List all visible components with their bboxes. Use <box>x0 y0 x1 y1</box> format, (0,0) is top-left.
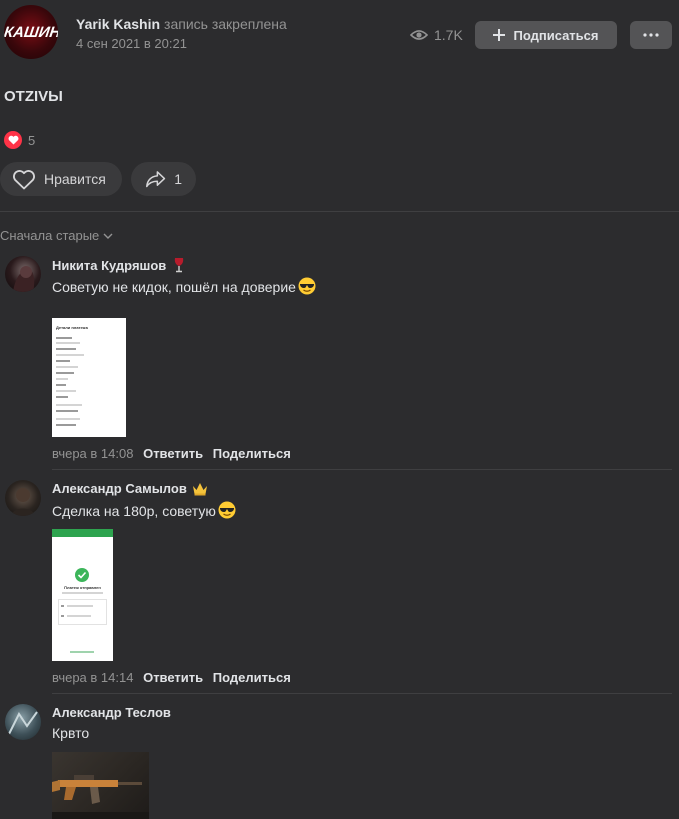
comment-author-name: Никита Кудряшов <box>52 258 167 273</box>
comment-time[interactable]: вчера в 14:14 <box>52 670 133 685</box>
more-dots-icon <box>643 33 659 37</box>
reactions-count: 5 <box>28 132 36 148</box>
rifle-image <box>52 775 149 819</box>
heart-outline-icon <box>13 169 35 189</box>
eye-icon <box>410 30 428 40</box>
post-author-name[interactable]: Yarik Kashin <box>76 16 160 32</box>
comment-author-name: Александр Самылов <box>52 481 187 496</box>
share-button[interactable]: 1 <box>131 162 196 196</box>
views-counter: 1.7K <box>410 27 463 43</box>
comment-author[interactable]: Никита Кудряшов <box>52 257 186 273</box>
share-comment-button[interactable]: Поделиться <box>213 446 291 461</box>
subscribe-button[interactable]: Подписаться <box>475 21 617 49</box>
comment-text: Советую не кидок, пошёл на доверие <box>52 277 316 295</box>
attachment-image[interactable] <box>52 752 149 819</box>
comment-text-content: Крвто <box>52 725 90 741</box>
divider <box>52 469 672 470</box>
commenter-avatar[interactable] <box>5 704 41 740</box>
post-text: OTZIVЫ <box>4 88 63 105</box>
check-circle-icon <box>75 568 89 582</box>
like-button[interactable]: Нравится <box>0 162 122 196</box>
crown-icon <box>193 483 208 496</box>
post-date[interactable]: 4 сен 2021 в 20:21 <box>76 36 187 51</box>
comment-meta: вчера в 14:14 Ответить Поделиться <box>52 670 291 685</box>
heart-reaction-icon <box>4 131 22 149</box>
commenter-avatar[interactable] <box>5 256 41 292</box>
sort-dropdown[interactable]: Сначала старые <box>0 228 113 243</box>
attachment-image[interactable]: Платеж отправлен <box>52 529 113 661</box>
author-avatar[interactable]: КАШИН <box>4 5 58 59</box>
share-arrow-icon <box>146 171 166 188</box>
share-count: 1 <box>174 171 182 187</box>
comment-text-content: Сделка на 180р, советую <box>52 503 216 519</box>
comment-text-content: Советую не кидок, пошёл на доверие <box>52 279 296 295</box>
chevron-down-icon <box>103 233 113 239</box>
like-label: Нравится <box>44 171 106 187</box>
comment-text: Крвто <box>52 725 89 741</box>
comment-time[interactable]: вчера в 14:08 <box>52 446 133 461</box>
wine-glass-icon <box>174 258 184 273</box>
attachment-title: Платеж отправлен <box>64 585 101 590</box>
attachment-title: Детали платежа <box>56 325 88 330</box>
attachment-header-bar <box>52 529 113 537</box>
plus-icon <box>493 29 506 41</box>
sunglasses-emoji-icon <box>298 277 316 295</box>
comment-author[interactable]: Александр Теслов <box>52 705 171 720</box>
divider <box>0 211 679 212</box>
attachment-image[interactable]: Детали платежа <box>52 318 126 437</box>
subscribe-label: Подписаться <box>513 27 599 43</box>
reply-button[interactable]: Ответить <box>143 446 203 461</box>
more-button[interactable] <box>630 21 672 49</box>
pinned-label: запись закреплена <box>164 16 287 32</box>
reactions-summary[interactable]: 5 <box>4 131 35 149</box>
share-comment-button[interactable]: Поделиться <box>213 670 291 685</box>
divider <box>52 693 672 694</box>
comment-author[interactable]: Александр Самылов <box>52 481 208 496</box>
sort-label: Сначала старые <box>0 228 100 243</box>
views-count: 1.7K <box>434 27 463 43</box>
commenter-avatar[interactable] <box>5 480 41 516</box>
post-author-line: Yarik Kashin запись закреплена <box>76 16 287 32</box>
comment-meta: вчера в 14:08 Ответить Поделиться <box>52 446 291 461</box>
comment-text: Сделка на 180р, советую <box>52 501 236 519</box>
sunglasses-emoji-icon <box>218 501 236 519</box>
reply-button[interactable]: Ответить <box>143 670 203 685</box>
comment-author-name: Александр Теслов <box>52 705 171 720</box>
avatar-logo-text: КАШИН <box>4 24 58 41</box>
